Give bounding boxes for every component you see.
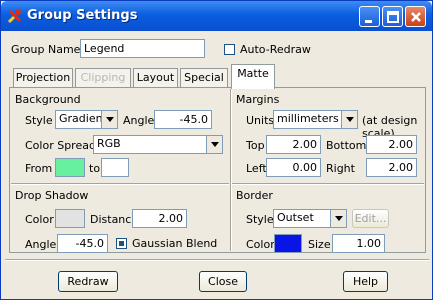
border-edit-button[interactable]: Edit... (352, 209, 389, 228)
border-color-label: Color (246, 238, 275, 251)
gaussian-blend-label: Gaussian Blend (132, 237, 218, 250)
margins-group-title: Margins (236, 93, 280, 106)
border-group-title: Border (236, 189, 273, 202)
footer-divider (5, 259, 429, 261)
dropdown-arrow-icon (101, 111, 117, 128)
shadow-color-label: Color (25, 213, 54, 226)
group-settings-window: Group Settings Group Name: Legend Auto-R… (0, 0, 433, 300)
tab-special[interactable]: Special (180, 68, 228, 88)
left-margin-input[interactable]: 0.00 (266, 158, 321, 177)
left-group-divider (11, 183, 229, 185)
top-margin-input[interactable]: 2.00 (266, 135, 321, 154)
right-group-divider (232, 183, 424, 185)
distance-input[interactable]: 2.00 (132, 209, 187, 228)
border-size-input[interactable]: 1.00 (332, 234, 385, 253)
bg-style-select[interactable]: Gradient (55, 110, 118, 129)
minimize-icon (365, 20, 372, 23)
border-color-swatch[interactable] (274, 234, 302, 253)
auto-redraw-checkbox[interactable] (224, 44, 235, 55)
tab-layout[interactable]: Layout (133, 68, 178, 88)
title-bar[interactable]: Group Settings (1, 1, 432, 31)
dropdown-arrow-icon (330, 210, 346, 227)
to-label: to (89, 162, 101, 175)
right-margin-input[interactable]: 2.00 (366, 158, 417, 177)
tab-projection[interactable]: Projection (13, 68, 73, 88)
window-title: Group Settings (27, 8, 138, 23)
minimize-button[interactable] (359, 6, 380, 27)
background-group-title: Background (15, 93, 81, 106)
column-divider (230, 89, 232, 251)
border-size-label: Size (308, 238, 331, 251)
tab-clipping[interactable]: Clipping (75, 68, 131, 88)
redraw-button[interactable]: Redraw (58, 271, 118, 292)
group-name-input[interactable]: Legend (80, 39, 205, 58)
help-button[interactable]: Help (343, 271, 388, 292)
bg-angle-input[interactable]: -45.0 (154, 110, 212, 129)
shadow-angle-input[interactable]: -45.0 (57, 234, 108, 253)
bg-angle-label: Angle (123, 114, 155, 127)
color-spread-label: Color Spread (25, 139, 96, 152)
bottom-margin-input[interactable]: 2.00 (366, 135, 417, 154)
right-label: Right (326, 162, 355, 175)
close-button[interactable]: Close (199, 271, 247, 292)
from-label: From (25, 162, 53, 175)
top-label: Top (246, 139, 265, 152)
close-window-button[interactable] (405, 6, 426, 27)
tab-matte[interactable]: Matte (231, 64, 275, 89)
dropdown-arrow-icon (206, 136, 222, 153)
group-name-label: Group Name: (11, 43, 85, 56)
close-icon (411, 12, 421, 22)
gaussian-blend-checkbox[interactable] (116, 238, 127, 249)
border-style-select[interactable]: Outset (273, 209, 347, 228)
to-color-swatch[interactable] (101, 158, 129, 177)
units-label: Units (246, 114, 275, 127)
from-color-swatch[interactable] (55, 158, 85, 177)
tools-icon (7, 9, 22, 24)
auto-redraw-label: Auto-Redraw (240, 43, 311, 56)
maximize-button[interactable] (382, 6, 403, 27)
left-label: Left (246, 162, 267, 175)
bottom-label: Bottom (326, 139, 367, 152)
units-select[interactable]: millimeters (273, 110, 358, 129)
shadow-angle-label: Angle (25, 238, 57, 251)
maximize-icon (387, 11, 399, 23)
bg-style-label: Style (25, 114, 53, 127)
distance-label: Distance (90, 213, 139, 226)
color-spread-select[interactable]: RGB (93, 135, 223, 154)
shadow-color-swatch[interactable] (55, 209, 85, 228)
dropdown-arrow-icon (341, 111, 357, 128)
border-style-label: Style (246, 213, 274, 226)
drop-shadow-group-title: Drop Shadow (15, 189, 89, 202)
